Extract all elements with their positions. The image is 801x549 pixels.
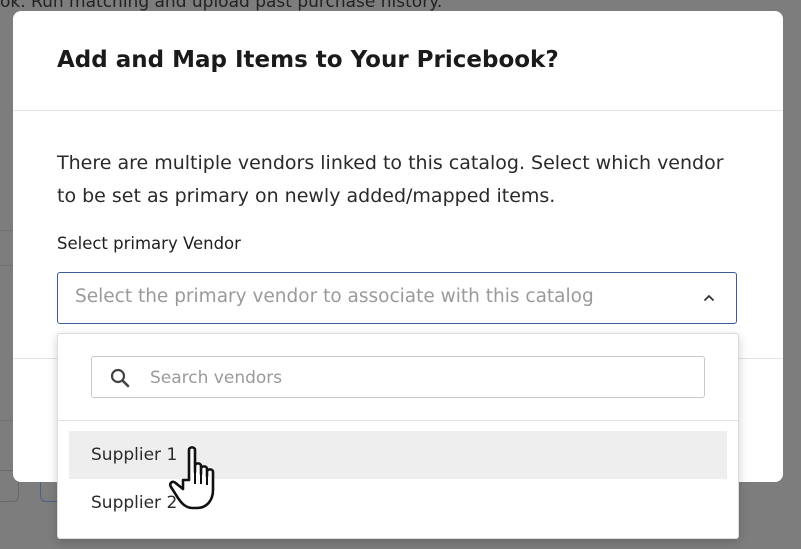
background-divider bbox=[0, 420, 14, 421]
primary-vendor-select[interactable]: Select the primary vendor to associate w… bbox=[57, 272, 737, 324]
dropdown-divider bbox=[58, 420, 738, 421]
background-divider bbox=[0, 230, 14, 231]
modal-description: There are multiple vendors linked to thi… bbox=[57, 152, 724, 207]
vendor-dropdown-menu: Supplier 1 Supplier 2 bbox=[57, 333, 739, 539]
chevron-up-icon bbox=[704, 295, 714, 301]
modal-title: Add and Map Items to Your Pricebook? bbox=[57, 47, 559, 73]
vendor-search-input[interactable] bbox=[148, 358, 692, 398]
vendor-search-box[interactable] bbox=[91, 356, 705, 398]
modal-header-divider bbox=[13, 110, 783, 111]
search-icon bbox=[110, 368, 130, 388]
select-placeholder: Select the primary vendor to associate w… bbox=[75, 286, 594, 307]
primary-vendor-label: Select primary Vendor bbox=[57, 234, 241, 253]
hand-pointer-cursor-icon bbox=[169, 446, 215, 510]
background-divider bbox=[0, 265, 14, 266]
